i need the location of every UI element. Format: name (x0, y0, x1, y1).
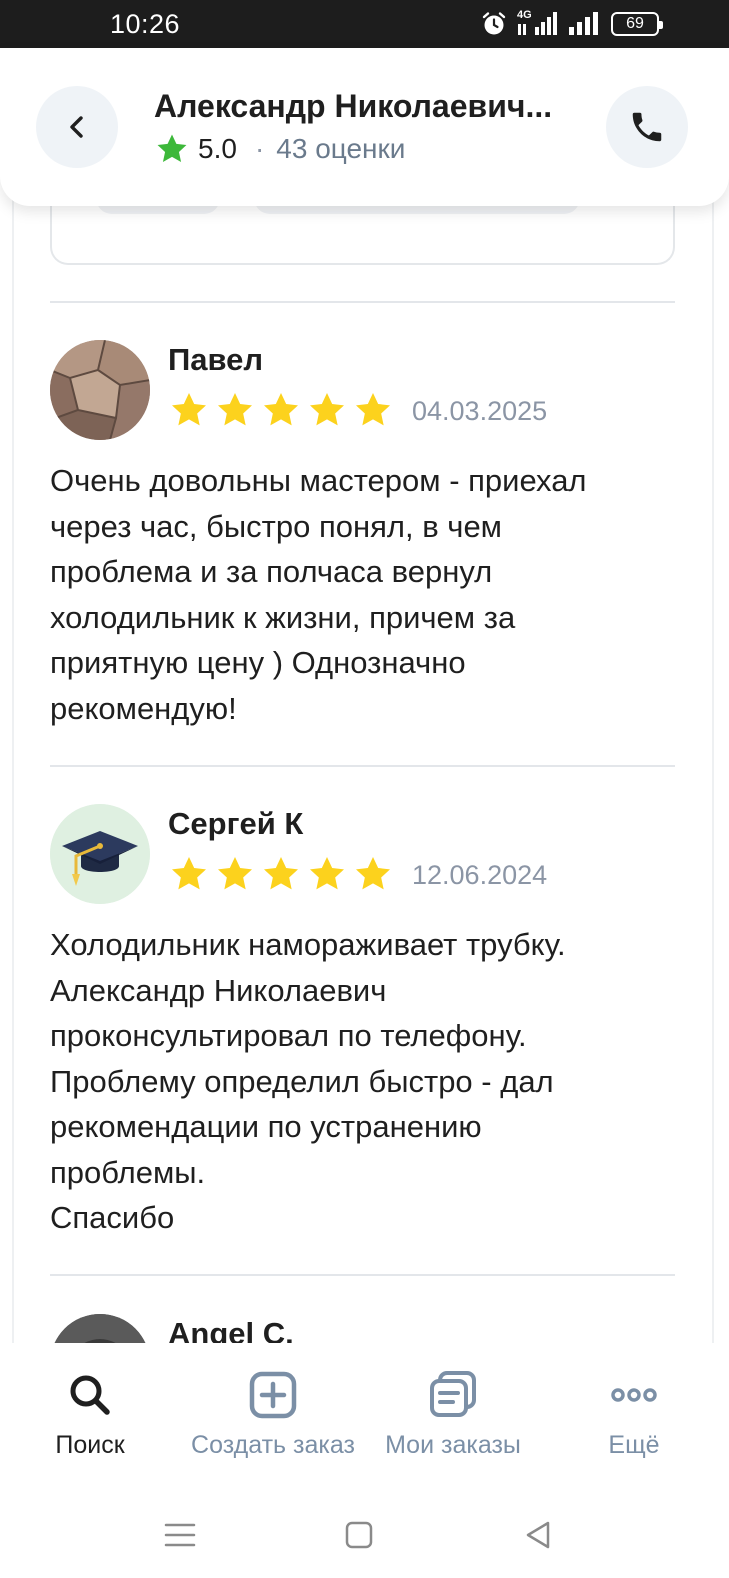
rating-value: 5.0 (198, 133, 237, 164)
star-icon (157, 134, 187, 163)
status-icons: 4G 69 (481, 9, 663, 38)
nav-my-orders[interactable]: Мои заказы (378, 1343, 528, 1473)
nav-label: Создать заказ (191, 1431, 355, 1459)
call-button[interactable] (606, 86, 688, 168)
back-button[interactable] (36, 86, 118, 168)
more-icon (611, 1388, 657, 1402)
menu-icon[interactable] (162, 1517, 198, 1553)
back-icon[interactable] (520, 1517, 556, 1553)
star-icon (310, 857, 344, 890)
card-edge (12, 48, 14, 1343)
divider (50, 301, 675, 303)
card-edge (712, 48, 714, 1343)
home-icon[interactable] (341, 1517, 377, 1553)
divider (50, 1274, 675, 1276)
status-time: 10:26 (110, 9, 181, 39)
battery-level: 69 (626, 15, 644, 32)
signal-icon (569, 12, 598, 35)
star-icon (218, 857, 252, 890)
star-icon (264, 857, 298, 890)
reviewer-avatar[interactable] (50, 1314, 150, 1343)
rating-count[interactable]: 43 оценки (276, 133, 405, 165)
reviewer-avatar[interactable] (50, 340, 150, 440)
page-title: Александр Николаевич... (154, 88, 553, 124)
star-icon (218, 393, 252, 426)
status-bar: 10:26 4G 69 (0, 0, 729, 48)
review-date: 12.06.2024 (412, 860, 548, 890)
signal-icon: 4G (517, 9, 557, 37)
star-icon (172, 857, 206, 890)
star-icon (356, 393, 390, 426)
review-stars (168, 390, 394, 430)
battery-icon: 69 (611, 12, 663, 36)
graduation-cap-icon (50, 804, 150, 904)
divider (50, 765, 675, 767)
alarm-icon (482, 12, 506, 35)
reviewer-avatar[interactable] (50, 804, 150, 904)
bottom-nav: Поиск Создать заказ Мои заказы Ещё (0, 1343, 729, 1473)
star-icon (172, 393, 206, 426)
system-nav (0, 1473, 729, 1578)
nav-search[interactable]: Поиск (40, 1343, 140, 1473)
orders-icon (430, 1371, 476, 1417)
star-icon (264, 393, 298, 426)
reviewer-name: Сергей К (168, 806, 304, 841)
nav-more[interactable]: Ещё (584, 1343, 684, 1473)
chevron-left-icon (70, 116, 83, 138)
reviewer-name: Павел (168, 342, 264, 377)
review-text: Очень довольны мастером - приехал через … (50, 463, 587, 726)
plus-square-icon (249, 1371, 297, 1419)
star-icon (310, 393, 344, 426)
separator: · (254, 133, 265, 164)
nav-label: Поиск (55, 1431, 125, 1459)
star-icon (356, 857, 390, 890)
nav-label: Мои заказы (385, 1431, 521, 1459)
reviews-content[interactable]: Павел 04.03.2025 Очень довольны мастером… (0, 48, 729, 1343)
reviewer-name: Angel C. (168, 1316, 294, 1343)
nav-create-order[interactable]: Создать заказ (183, 1343, 363, 1473)
phone-icon (632, 112, 662, 142)
review-text: Холодильник намораживает трубку. Алексан… (50, 927, 566, 1235)
header: Александр Николаевич... 5.0 · 43 оценки (0, 48, 729, 206)
search-icon (70, 1375, 110, 1415)
review-date: 04.03.2025 (412, 396, 548, 426)
rating-summary[interactable]: 5.0 · 43 оценки (154, 132, 405, 166)
nav-label: Ещё (608, 1431, 660, 1459)
review-stars (168, 854, 394, 894)
